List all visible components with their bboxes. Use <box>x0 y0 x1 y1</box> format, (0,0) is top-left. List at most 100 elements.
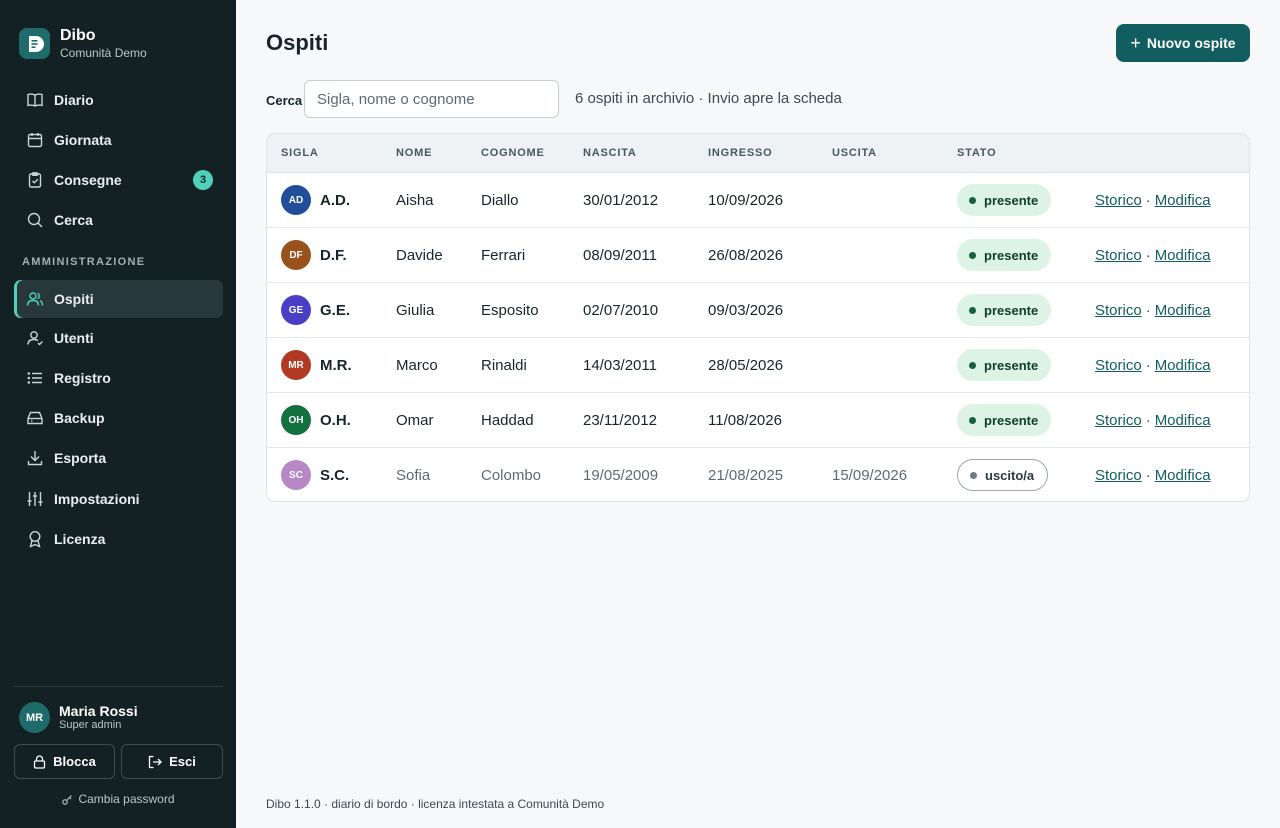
edit-link[interactable]: Modifica <box>1155 247 1211 264</box>
sidebar-item-label: Diario <box>54 92 94 108</box>
column-header-stato[interactable]: STATO <box>957 147 996 159</box>
page-title: Ospiti <box>266 30 329 55</box>
history-link[interactable]: Storico <box>1095 192 1142 209</box>
new-guest-button[interactable]: + Nuovo ospite <box>1116 24 1250 62</box>
sidebar-item-label: Backup <box>54 410 105 426</box>
edit-link[interactable]: Modifica <box>1155 192 1211 209</box>
notification-badge: 3 <box>193 170 213 190</box>
cell-nascita: 23/11/2012 <box>583 411 657 429</box>
archive-icon <box>26 409 44 427</box>
cell-cognome: Rinaldi <box>481 356 527 374</box>
edit-link[interactable]: Modifica <box>1155 302 1211 319</box>
brand[interactable]: Dibo Comunità Demo <box>19 27 147 60</box>
cell-cognome: Diallo <box>481 191 519 209</box>
sidebar-item-giornata[interactable]: Giornata <box>14 121 223 159</box>
user-profile: MR Maria Rossi Super admin <box>19 702 138 733</box>
sidebar-item-ospiti[interactable]: Ospiti <box>14 280 223 318</box>
cell-ingresso: 26/08/2026 <box>708 246 784 264</box>
cell-actions: Storico · Modifica <box>1095 228 1211 282</box>
sidebar-item-impostazioni[interactable]: Impostazioni <box>14 480 223 518</box>
logout-icon <box>148 755 163 769</box>
brand-subtitle: Comunità Demo <box>60 46 147 60</box>
table-row[interactable]: AD A.D. Aisha Diallo 30/01/2012 10/09/2026 pre… <box>267 173 1249 228</box>
guest-sigla: A.D. <box>320 191 350 209</box>
app-logo-icon <box>19 28 50 59</box>
status-dot-icon <box>969 416 976 424</box>
cell-nascita: 02/07/2010 <box>583 301 659 319</box>
lock-button[interactable]: Blocca <box>14 744 115 779</box>
cell-actions: Storico · Modifica <box>1095 338 1211 392</box>
column-header-nome[interactable]: NOME <box>396 147 432 159</box>
cell-sigla: MR M.R. <box>281 338 352 392</box>
sidebar-item-registro[interactable]: Registro <box>14 359 223 397</box>
sidebar: Dibo Comunità Demo Diario Giornata Conse… <box>0 0 236 828</box>
guest-sigla: O.H. <box>320 411 351 429</box>
sidebar-item-label: Esporta <box>54 450 107 466</box>
cell-nascita: 19/05/2009 <box>583 466 659 484</box>
lock-button-label: Blocca <box>53 754 96 769</box>
cell-ingresso: 11/08/2026 <box>708 411 782 429</box>
table-row[interactable]: DF D.F. Davide Ferrari 08/09/2011 26/08/2026 p… <box>267 228 1249 283</box>
calendar-icon <box>26 131 44 149</box>
sidebar-item-esporta[interactable]: Esporta <box>14 439 223 477</box>
search-input[interactable] <box>304 80 559 118</box>
history-link[interactable]: Storico <box>1095 302 1142 319</box>
status-label: presente <box>984 412 1039 428</box>
sidebar-item-label: Consegne <box>54 172 122 188</box>
status-label: presente <box>984 192 1039 208</box>
change-password-label: Cambia password <box>78 792 175 806</box>
sidebar-item-consegne[interactable]: Consegne 3 <box>14 161 223 199</box>
history-link[interactable]: Storico <box>1095 357 1142 374</box>
status-dot-icon <box>969 251 976 259</box>
users-icon <box>26 290 44 308</box>
status-label: presente <box>984 247 1039 263</box>
cell-nascita: 30/01/2012 <box>583 191 659 209</box>
cell-ingresso: 10/09/2026 <box>708 191 784 209</box>
column-header-nascita[interactable]: NASCITA <box>583 147 637 159</box>
cell-nascita: 08/09/2011 <box>583 246 657 264</box>
guest-avatar: OH <box>281 405 311 435</box>
cell-actions: Storico · Modifica <box>1095 173 1211 227</box>
cell-stato: presente <box>957 173 1052 227</box>
sidebar-item-diario[interactable]: Diario <box>14 81 223 119</box>
table-row[interactable]: OH O.H. Omar Haddad 23/11/2012 11/08/2026 pres… <box>267 393 1249 448</box>
status-label: uscito/a <box>985 467 1035 483</box>
change-password-link[interactable]: Cambia password <box>14 792 223 806</box>
history-link[interactable]: Storico <box>1095 247 1142 264</box>
brand-name: Dibo <box>60 27 96 44</box>
table-row[interactable]: SC S.C. Sofia Colombo 19/05/2009 21/08/2025 15… <box>267 448 1249 501</box>
sidebar-item-cerca[interactable]: Cerca <box>14 201 223 239</box>
history-link[interactable]: Storico <box>1095 467 1142 484</box>
list-icon <box>26 369 44 387</box>
cell-actions: Storico · Modifica <box>1095 393 1211 447</box>
sidebar-item-utenti[interactable]: Utenti <box>14 319 223 357</box>
status-badge: uscito/a <box>957 459 1049 491</box>
cell-nome: Sofia <box>396 466 431 484</box>
column-header-ingresso[interactable]: INGRESSO <box>708 147 772 159</box>
search-label: Cerca <box>266 93 303 108</box>
column-header-sigla[interactable]: SIGLA <box>281 147 319 159</box>
cell-ingresso: 21/08/2025 <box>708 466 784 484</box>
guest-avatar: GE <box>281 295 311 325</box>
table-row[interactable]: GE G.E. Giulia Esposito 02/07/2010 09/03/2026… <box>267 283 1249 338</box>
guest-avatar: AD <box>281 185 311 215</box>
status-badge: presente <box>957 294 1052 326</box>
history-link[interactable]: Storico <box>1095 412 1142 429</box>
guest-avatar: MR <box>281 350 311 380</box>
guest-avatar: SC <box>281 460 311 490</box>
sidebar-item-label: Giornata <box>54 132 112 148</box>
cell-sigla: SC S.C. <box>281 448 349 501</box>
logout-button[interactable]: Esci <box>121 744 223 779</box>
download-icon <box>26 449 44 467</box>
sidebar-item-backup[interactable]: Backup <box>14 399 223 437</box>
edit-link[interactable]: Modifica <box>1155 357 1211 374</box>
table-row[interactable]: MR M.R. Marco Rinaldi 14/03/2011 28/05/2026 pr… <box>267 338 1249 393</box>
status-label: presente <box>984 357 1039 373</box>
sliders-icon <box>26 490 44 508</box>
edit-link[interactable]: Modifica <box>1155 467 1211 484</box>
edit-link[interactable]: Modifica <box>1155 412 1211 429</box>
column-header-cognome[interactable]: COGNOME <box>481 147 545 159</box>
sidebar-item-licenza[interactable]: Licenza <box>14 520 223 558</box>
column-header-uscita[interactable]: USCITA <box>832 147 877 159</box>
sidebar-item-label: Registro <box>54 370 111 386</box>
